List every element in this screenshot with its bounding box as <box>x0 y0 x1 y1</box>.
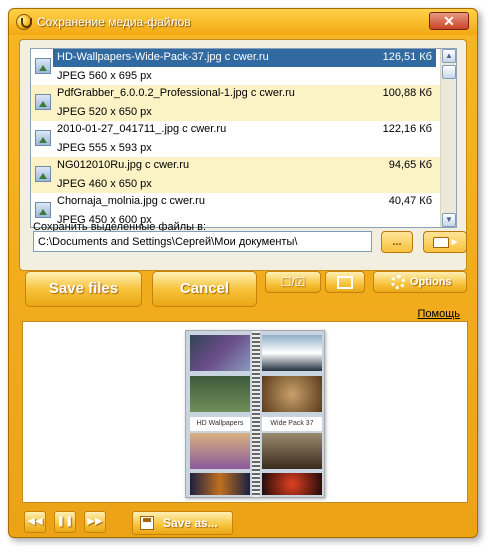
file-name-row: HD-Wallpapers-Wide-Pack-37.jpg с cwer.ru… <box>53 49 436 67</box>
file-name: HD-Wallpapers-Wide-Pack-37.jpg с cwer.ru <box>57 51 269 63</box>
scroll-down-icon[interactable]: ▼ <box>442 213 456 227</box>
gear-icon <box>391 275 405 289</box>
save-path-input[interactable] <box>33 231 372 252</box>
floppy-disk-icon <box>140 516 154 530</box>
file-name-row: 2010-01-27_041711_.jpg с cwer.ru 122,16 … <box>53 121 436 139</box>
file-info: JPEG 560 x 695 px <box>57 70 152 82</box>
file-size: 40,47 Кб <box>388 195 432 207</box>
cancel-button[interactable]: Cancel <box>152 271 257 307</box>
file-row-3[interactable]: 2010-01-27_041711_.jpg с cwer.ru 122,16 … <box>31 121 456 157</box>
view-toggle-button[interactable] <box>325 271 365 293</box>
options-label: Options <box>410 276 452 288</box>
folder-icon <box>432 237 449 248</box>
image-file-icon <box>35 166 51 182</box>
preview-caption-right: Wide Pack 37 <box>262 417 322 431</box>
pause-button[interactable]: ❚❚ <box>54 511 76 533</box>
wallpaper-thumb <box>190 433 250 469</box>
file-name: PdfGrabber_6.0.0.2_Professional-1.jpg с … <box>57 87 295 99</box>
preview-image: HD Wallpapers Wide Pack 37 <box>185 330 325 498</box>
window-title: Сохранение медиа-файлов <box>37 15 191 29</box>
view-panel-icon <box>337 276 353 289</box>
image-preview-panel: HD Wallpapers Wide Pack 37 <box>22 321 468 503</box>
save-media-dialog: Сохранение медиа-файлов ✕ HD-Wallpapers-… <box>8 8 478 538</box>
file-size: 126,51 Кб <box>382 51 432 63</box>
browse-button[interactable]: ... <box>381 231 413 253</box>
file-info: JPEG 555 x 593 px <box>57 142 152 154</box>
file-row-4[interactable]: NG012010Ru.jpg с cwer.ru 94,65 Кб JPEG 4… <box>31 157 456 193</box>
preview-caption-left: HD Wallpapers <box>190 417 250 431</box>
file-size: 122,16 Кб <box>382 123 432 135</box>
options-button[interactable]: Options <box>373 271 467 293</box>
wallpaper-thumb <box>262 473 322 495</box>
title-bar[interactable]: Сохранение медиа-файлов ✕ <box>9 9 477 35</box>
save-as-label: Save as... <box>163 516 218 530</box>
save-files-button[interactable]: Save files <box>25 271 142 307</box>
file-name-row: PdfGrabber_6.0.0.2_Professional-1.jpg с … <box>53 85 436 103</box>
select-all-button[interactable]: ☐/☑ <box>265 271 321 293</box>
file-name: Chornaja_molnia.jpg с cwer.ru <box>57 195 205 207</box>
file-size: 94,65 Кб <box>388 159 432 171</box>
save-as-button[interactable]: Save as... <box>132 511 233 535</box>
wallpaper-thumb <box>190 376 250 412</box>
wallpaper-thumb <box>262 376 322 412</box>
wallpaper-thumb <box>190 473 250 495</box>
file-name: 2010-01-27_041711_.jpg с cwer.ru <box>57 123 227 135</box>
help-link[interactable]: Помощь <box>418 308 461 320</box>
image-file-icon <box>35 94 51 110</box>
checkbox-toggle-icon: ☐/☑ <box>280 275 306 289</box>
file-size: 100,88 Кб <box>382 87 432 99</box>
file-list[interactable]: HD-Wallpapers-Wide-Pack-37.jpg с cwer.ru… <box>30 48 457 228</box>
file-info: JPEG 520 x 650 px <box>57 106 152 118</box>
image-file-icon <box>35 58 51 74</box>
scroll-up-icon[interactable]: ▲ <box>442 49 456 63</box>
close-button[interactable]: ✕ <box>429 12 469 30</box>
wallpaper-thumb <box>190 335 250 371</box>
spiral-binding <box>252 331 260 497</box>
file-info: JPEG 460 x 650 px <box>57 178 152 190</box>
open-folder-button[interactable]: ▸ <box>423 231 467 253</box>
next-button[interactable]: ▶▶ <box>84 511 106 533</box>
app-logo-icon <box>16 14 32 30</box>
image-file-icon <box>35 130 51 146</box>
file-list-scrollbar[interactable]: ▲ ▼ <box>440 49 456 227</box>
folder-arrow: ▸ <box>451 236 458 248</box>
wallpaper-thumb <box>262 433 322 469</box>
previous-button[interactable]: ◀◀ <box>24 511 46 533</box>
file-name: NG012010Ru.jpg с cwer.ru <box>57 159 190 171</box>
file-row-1[interactable]: HD-Wallpapers-Wide-Pack-37.jpg с cwer.ru… <box>31 49 456 85</box>
file-row-2[interactable]: PdfGrabber_6.0.0.2_Professional-1.jpg с … <box>31 85 456 121</box>
wallpaper-thumb <box>262 335 322 371</box>
file-name-row: Chornaja_molnia.jpg с cwer.ru 40,47 Кб <box>53 193 436 211</box>
file-name-row: NG012010Ru.jpg с cwer.ru 94,65 Кб <box>53 157 436 175</box>
image-file-icon <box>35 202 51 218</box>
scroll-thumb[interactable] <box>442 65 456 79</box>
